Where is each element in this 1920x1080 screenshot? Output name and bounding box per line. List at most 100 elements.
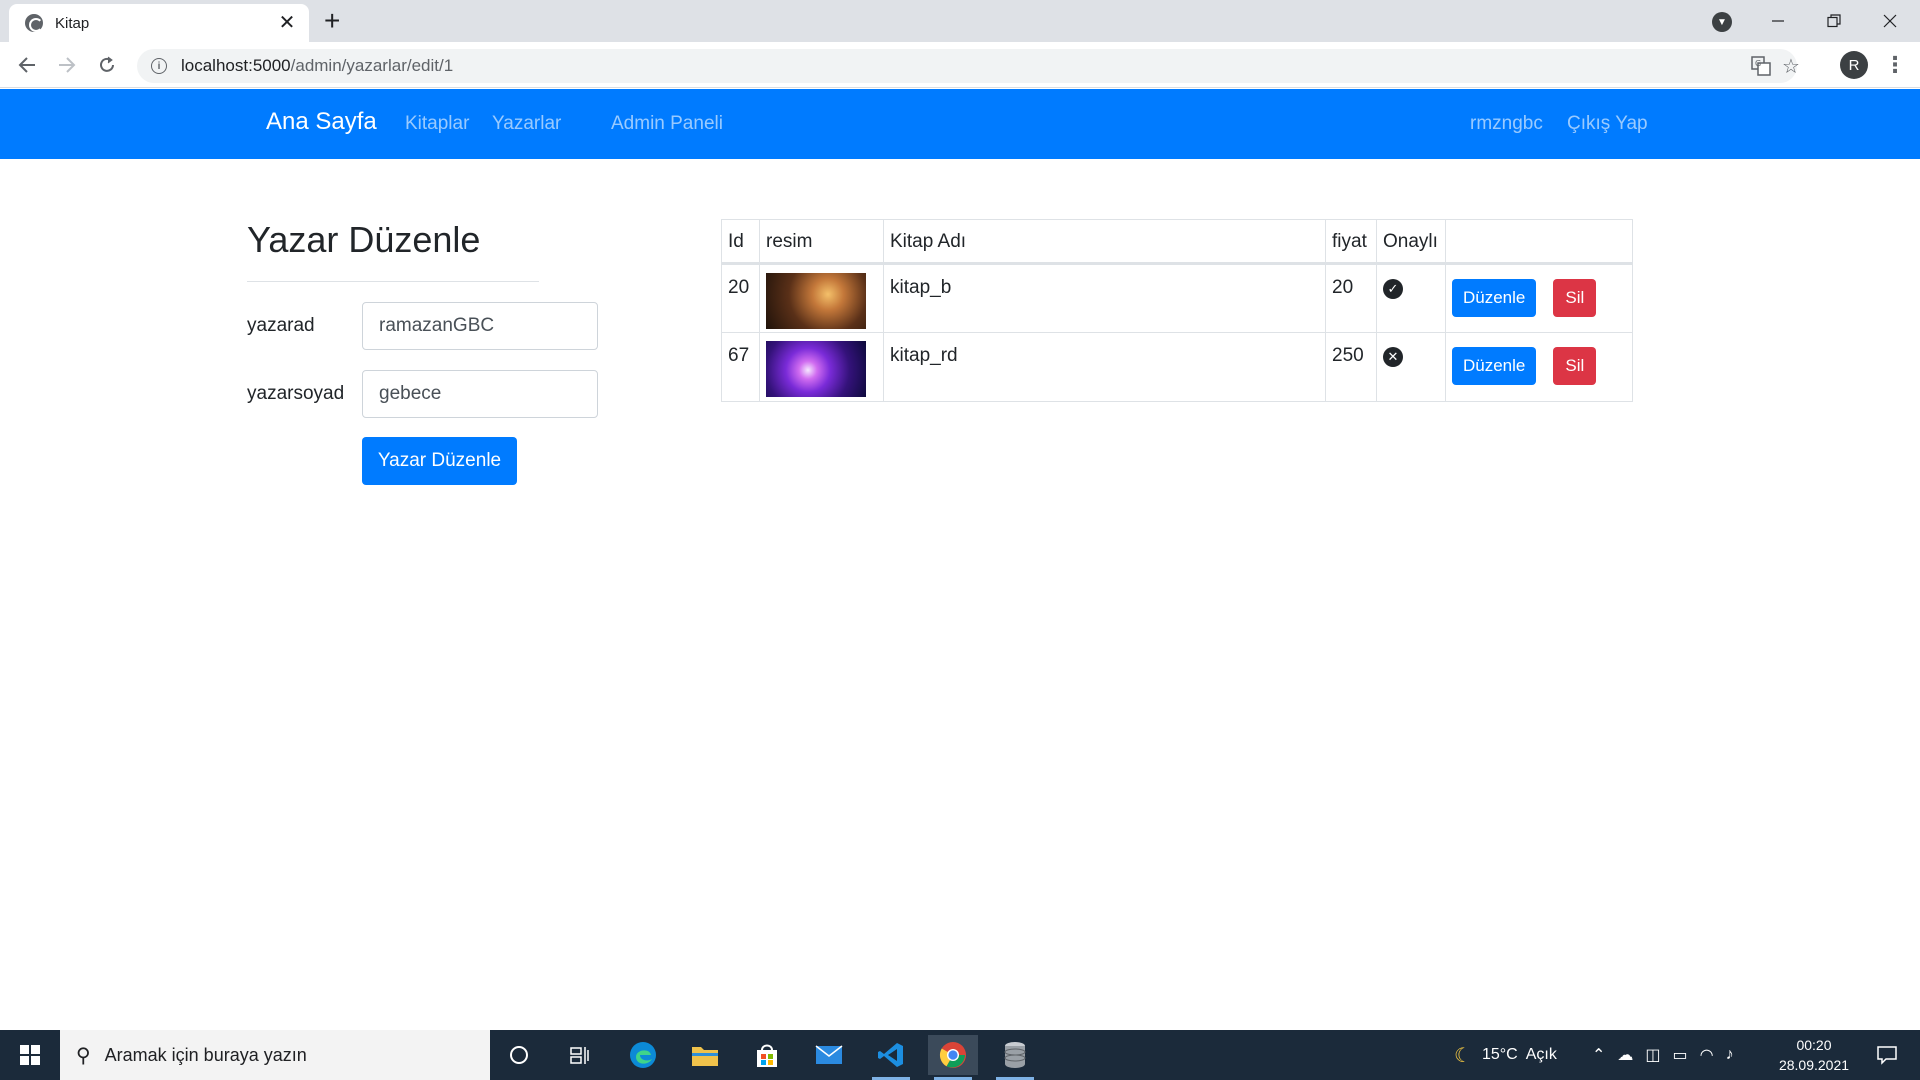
url-path: /admin/yazarlar/edit/1 — [290, 56, 454, 75]
tab-close-button[interactable]: ✕ — [277, 13, 297, 33]
book-cover-image — [766, 341, 866, 397]
sil-button[interactable]: Sil — [1553, 279, 1597, 317]
weather-widget[interactable]: ☾ 15°C Açık — [1454, 1030, 1557, 1080]
minimize-button[interactable] — [1758, 6, 1798, 36]
cell-image — [759, 332, 884, 402]
site-navbar: Ana Sayfa Kitaplar Yazarlar Admin Paneli… — [0, 89, 1920, 159]
svg-text:G: G — [1755, 59, 1761, 68]
yazarsoyad-input[interactable] — [362, 370, 598, 418]
clock-time: 00:20 — [1796, 1037, 1832, 1053]
nav-link-user[interactable]: rmzngbc — [1470, 113, 1543, 135]
windows-logo-icon — [20, 1045, 40, 1065]
minimize-icon — [1772, 20, 1784, 22]
translate-icon[interactable]: G — [1751, 49, 1771, 83]
volume-icon[interactable]: ♪ — [1726, 1046, 1734, 1064]
search-icon: ⚲ — [76, 1044, 91, 1067]
cell-approved: ✓ — [1376, 263, 1446, 333]
cell-actions: Düzenle Sil — [1445, 332, 1633, 402]
taskbar-clock[interactable]: 00:20 28.09.2021 — [1764, 1035, 1864, 1075]
cortana-icon[interactable] — [494, 1035, 544, 1075]
browser-menu-icon[interactable]: ⋮ — [1884, 50, 1906, 80]
table-row: 67 kitap_rd 250 ✕ Düzenle Sil — [721, 332, 1633, 402]
page-title: Yazar Düzenle — [247, 219, 481, 260]
times-circle-icon: ✕ — [1383, 347, 1403, 367]
reload-icon — [100, 56, 114, 72]
battery-icon[interactable]: ▭ — [1673, 1045, 1688, 1065]
tab-title: Kitap — [55, 14, 90, 32]
globe-icon — [25, 14, 43, 32]
table-row: 20 kitap_b 20 ✓ Düzenle Sil — [721, 263, 1633, 333]
yazarad-label: yazarad — [247, 315, 315, 336]
forward-button[interactable] — [52, 50, 82, 80]
vscode-icon[interactable] — [866, 1035, 916, 1080]
column-header-id: Id — [721, 219, 760, 265]
chrome-icon[interactable] — [928, 1035, 978, 1080]
check-circle-icon: ✓ — [1383, 279, 1403, 299]
mail-icon[interactable] — [804, 1035, 854, 1075]
cell-id: 20 — [721, 263, 760, 333]
cell-image — [759, 263, 884, 333]
profile-avatar[interactable]: R — [1840, 51, 1868, 79]
nav-link-logout[interactable]: Çıkış Yap — [1567, 113, 1648, 135]
database-icon[interactable] — [990, 1035, 1040, 1080]
file-explorer-icon[interactable] — [680, 1035, 730, 1075]
duzenle-button[interactable]: Düzenle — [1452, 347, 1537, 385]
taskbar-search[interactable]: ⚲ Aramak için buraya yazın — [60, 1030, 490, 1080]
yazar-duzenle-button[interactable]: Yazar Düzenle — [362, 437, 517, 485]
cell-price: 20 — [1325, 263, 1377, 333]
new-tab-button[interactable]: + — [324, 6, 340, 36]
title-divider — [247, 281, 539, 282]
chevron-up-icon[interactable]: ⌃ — [1592, 1045, 1605, 1065]
cell-id: 67 — [721, 332, 760, 402]
task-view-icon[interactable] — [555, 1035, 605, 1075]
arrow-right-icon — [59, 57, 76, 73]
microsoft-store-icon[interactable] — [742, 1035, 792, 1075]
windows-taskbar: ⚲ Aramak için buraya yazın ☾ 15°C Açık ⌃… — [0, 1030, 1920, 1080]
restore-icon — [1827, 14, 1841, 28]
cell-actions: Düzenle Sil — [1445, 263, 1633, 333]
duzenle-button[interactable]: Düzenle — [1452, 279, 1537, 317]
browser-toolbar: i localhost:5000/admin/yazarlar/edit/1 G… — [0, 42, 1920, 88]
clock-date: 28.09.2021 — [1778, 1057, 1850, 1073]
book-cover-image — [766, 273, 866, 329]
column-header-fiyat: fiyat — [1325, 219, 1377, 265]
weather-text: 15°C Açık — [1481, 1046, 1557, 1063]
url-text: localhost:5000/admin/yazarlar/edit/1 — [181, 56, 453, 76]
restore-button[interactable] — [1814, 6, 1854, 36]
nav-link-yazarlar[interactable]: Yazarlar — [492, 113, 561, 135]
bookmark-star-icon[interactable]: ☆ — [1782, 49, 1800, 83]
moon-icon: ☾ — [1454, 1044, 1472, 1067]
browser-tab[interactable]: Kitap ✕ — [9, 4, 309, 42]
info-icon[interactable]: i — [151, 58, 167, 74]
address-bar[interactable]: i localhost:5000/admin/yazarlar/edit/1 G… — [137, 49, 1800, 83]
url-host: localhost:5000 — [181, 56, 291, 75]
start-button[interactable] — [0, 1030, 60, 1080]
column-header-kitap-adi: Kitap Adı — [883, 219, 1326, 265]
navbar-brand[interactable]: Ana Sayfa — [266, 108, 377, 136]
onedrive-cloud-icon[interactable]: ☁ — [1617, 1045, 1633, 1065]
column-header-resim: resim — [759, 219, 884, 265]
books-table: Id resim Kitap Adı fiyat Onaylı 20 kitap… — [721, 219, 1633, 402]
cell-approved: ✕ — [1376, 332, 1446, 402]
column-header-actions — [1445, 219, 1633, 265]
reload-button[interactable] — [92, 50, 122, 80]
arrow-left-icon — [18, 57, 35, 73]
close-icon — [1883, 14, 1897, 28]
cell-price: 250 — [1325, 332, 1377, 402]
yazarad-input[interactable] — [362, 302, 598, 350]
tab-search-icon[interactable]: ▼ — [1712, 12, 1732, 32]
cell-name: kitap_b — [883, 263, 1326, 333]
close-window-button[interactable] — [1870, 6, 1910, 36]
column-header-onayli: Onaylı — [1376, 219, 1446, 265]
system-tray: ⌃ ☁ ◫ ▭ ◠ ♪ — [1592, 1030, 1734, 1080]
wifi-icon[interactable]: ◠ — [1700, 1045, 1714, 1065]
nav-link-admin-paneli[interactable]: Admin Paneli — [611, 113, 723, 135]
notification-icon[interactable] — [1862, 1040, 1912, 1070]
table-header-row: Id resim Kitap Adı fiyat Onaylı — [721, 219, 1633, 265]
back-button[interactable] — [12, 50, 42, 80]
browser-tabstrip: Kitap ✕ + ▼ — [0, 0, 1920, 42]
nav-link-kitaplar[interactable]: Kitaplar — [405, 113, 469, 135]
sil-button[interactable]: Sil — [1553, 347, 1597, 385]
edge-icon[interactable] — [618, 1035, 668, 1075]
meet-now-icon[interactable]: ◫ — [1645, 1045, 1660, 1065]
